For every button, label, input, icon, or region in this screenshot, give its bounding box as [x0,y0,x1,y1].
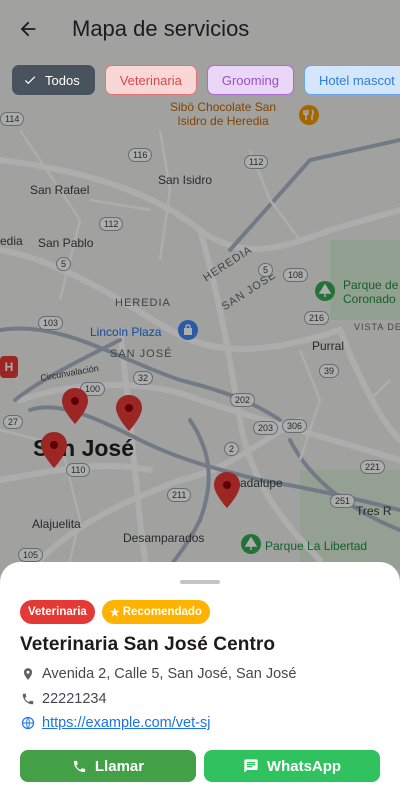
phone-text: 22221234 [42,691,107,707]
chat-icon [243,758,259,774]
star-icon: ★ [109,606,120,619]
place-details-sheet: Veterinaria ★ Recomendado Veterinaria Sa… [0,562,400,810]
whatsapp-label: WhatsApp [266,757,342,775]
phone-icon [20,691,36,707]
phone-row: 22221234 [20,691,107,707]
address-row: Avenida 2, Calle 5, San José, San José [20,666,296,682]
check-icon [24,76,36,85]
category-badge: Veterinaria [20,600,95,624]
recommended-label: Recomendado [122,606,202,618]
address-text: Avenida 2, Calle 5, San José, San José [42,666,297,682]
chip-label: Todos [45,72,80,88]
chip-veterinaria[interactable]: Veterinaria [104,65,197,95]
globe-icon [20,715,36,731]
call-button[interactable]: Llamar [20,750,196,782]
call-label: Llamar [94,757,145,775]
chip-label: Grooming [221,72,279,88]
chip-grooming[interactable]: Grooming [206,65,294,95]
website-row: https://example.com/vet-sj [20,715,210,731]
drag-handle[interactable] [180,580,220,584]
place-tags: Veterinaria ★ Recomendado [20,600,210,624]
app-bar: Mapa de servicios [0,0,400,58]
chip-todos[interactable]: Todos [12,65,95,95]
website-link[interactable]: https://example.com/vet-sj [42,715,210,731]
filter-chips: Todos Veterinaria Grooming Hotel mascot [12,65,400,95]
chip-label: Hotel mascot [318,72,395,88]
arrow-back-icon [20,21,36,37]
recommended-badge: ★ Recomendado [101,600,210,624]
whatsapp-button[interactable]: WhatsApp [204,750,380,782]
phone-icon [72,759,87,774]
chip-label: Veterinaria [119,72,182,88]
back-button[interactable] [0,1,56,57]
chip-hotel-mascotas[interactable]: Hotel mascot [303,65,400,95]
location-icon [20,666,36,682]
page-title: Mapa de servicios [72,16,250,41]
place-name: Veterinaria San José Centro [20,634,276,655]
